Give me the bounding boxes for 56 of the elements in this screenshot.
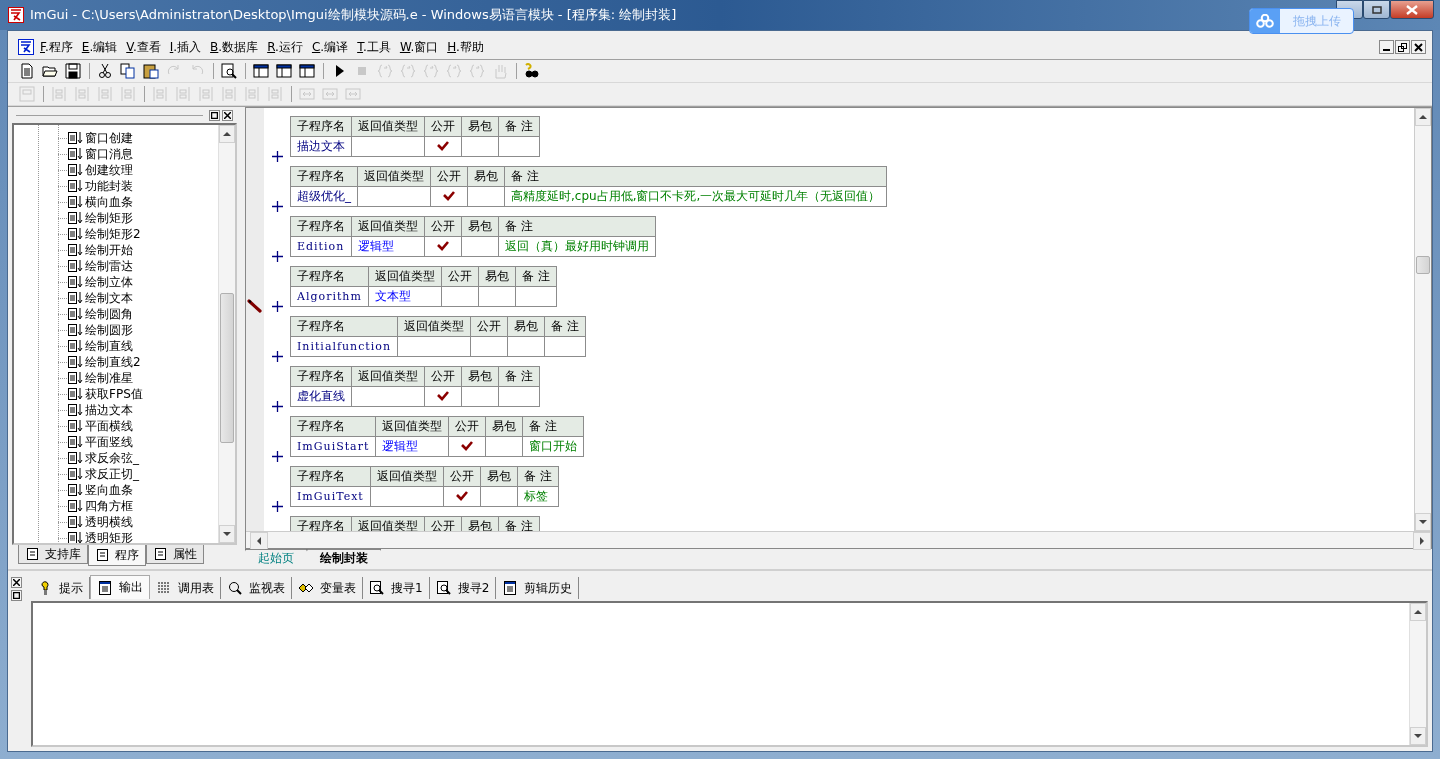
column-header: 公开 (441, 266, 479, 287)
column-header: 子程序名 (290, 516, 352, 531)
column-header: 易包 (461, 516, 499, 531)
column-header: 子程序名 (290, 466, 371, 487)
column-header: 子程序名 (290, 316, 398, 337)
column-header: 子程序名 (290, 366, 352, 387)
upload-label: 拖拽上传 (1291, 12, 1342, 30)
table-cell: 描边文本 (290, 136, 352, 157)
column-header: 备 注 (498, 116, 540, 137)
column-header: 易包 (478, 266, 516, 287)
column-header: 返回值类型 (351, 216, 425, 237)
column-header: 易包 (467, 166, 505, 187)
table-cell: ImGuiStart (290, 436, 376, 457)
column-header: 易包 (461, 116, 499, 137)
column-header: 公开 (424, 366, 462, 387)
column-header: 子程序名 (290, 216, 352, 237)
column-header: 返回值类型 (351, 366, 425, 387)
column-header: 返回值类型 (357, 166, 431, 187)
table-cell: 虚化直线 (290, 386, 352, 407)
table-cell: Edition (290, 236, 352, 257)
table-cell: Initialfunction (290, 336, 398, 357)
column-header: 返回值类型 (351, 516, 425, 531)
column-header: 返回值类型 (351, 116, 425, 137)
column-header: 公开 (430, 166, 468, 187)
column-header: 易包 (507, 316, 545, 337)
column-header: 备 注 (498, 366, 540, 387)
table-cell: Algorithm (290, 286, 369, 307)
column-header: 子程序名 (290, 416, 376, 437)
column-header: 子程序名 (290, 166, 358, 187)
column-header: 备 注 (544, 316, 586, 337)
table-cell: ImGuiText (290, 486, 371, 507)
column-header: 公开 (424, 216, 462, 237)
column-header: 公开 (470, 316, 508, 337)
column-header: 返回值类型 (370, 466, 444, 487)
column-header: 易包 (461, 216, 499, 237)
column-header: 易包 (485, 416, 523, 437)
column-header: 易包 (480, 466, 518, 487)
window-title: ImGui - C:\Users\Administrator\Desktop\Imgui绘制模块源码.e - Windows易语言模块 - [程序集: 绘制封装] (30, 6, 677, 24)
column-header: 公开 (448, 416, 486, 437)
column-header: 公开 (443, 466, 481, 487)
column-header: 公开 (424, 516, 462, 531)
column-header: 备 注 (522, 416, 584, 437)
table-cell: 超级优化_ (290, 186, 358, 207)
column-header: 备 注 (504, 166, 887, 187)
column-header: 返回值类型 (368, 266, 442, 287)
column-header: 子程序名 (290, 116, 352, 137)
column-header: 返回值类型 (397, 316, 471, 337)
column-header: 备 注 (515, 266, 557, 287)
column-header: 易包 (461, 366, 499, 387)
column-header: 子程序名 (290, 266, 369, 287)
column-header: 备 注 (498, 216, 656, 237)
column-header: 备 注 (498, 516, 540, 531)
table-cell: 高精度延时,cpu占用低,窗口不卡死,一次最大可延时几年（无返回值） (504, 186, 887, 207)
column-header: 备 注 (517, 466, 559, 487)
column-header: 公开 (424, 116, 462, 137)
column-header: 返回值类型 (375, 416, 449, 437)
